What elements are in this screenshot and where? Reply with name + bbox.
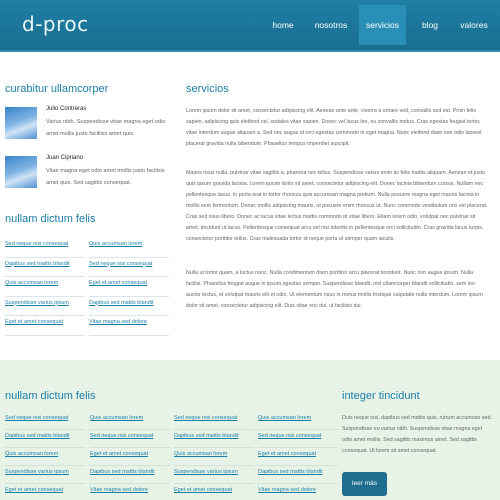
footer-link[interactable]: Sed neque nisi consequat [90,431,170,448]
footer-link[interactable]: Vitae magna sed dolore [258,485,338,500]
footer-text: Duis neque nisi, dapibus sed mattis quis… [342,415,492,454]
sidebar-link[interactable]: Dapibus sed mattis blandit [5,259,85,277]
site-logo[interactable]: d-proc [22,12,89,36]
site-header: d-proc home nosotros servicios blog valo… [0,0,500,50]
person-item: Juan Cipriano Vitae magna eget odio amet… [5,155,175,201]
footer-title-integer: integer tincidunt [342,390,420,402]
content-paragraph: Nulla ut tortor quam, a luctus nunc. Nul… [186,270,483,309]
sidebar-link[interactable]: Sed neque nisi consequat [5,239,85,258]
sidebar-link[interactable]: Quis accumsan lorem [5,278,85,297]
sidebar-link[interactable]: Eget et amet consequat [89,278,169,297]
sidebar-link[interactable]: Suspendisse varius ipsum [5,298,85,316]
sidebar-link[interactable]: Sed neque nisi consequat [89,259,169,277]
footer-link[interactable]: Dapibus sed mattis blandit [90,467,170,484]
sidebar-title-nullam: nullam dictum felis [5,213,96,225]
footer-link[interactable]: Eget et amet consequat [90,449,170,466]
content-paragraph: Lorem ipsum dolor sit amet, consectetur … [186,108,482,147]
nav-valores[interactable]: valores [454,5,494,45]
person-name: Juan Cipriano [46,155,84,161]
footer-link[interactable]: Suspendisse varius ipsum [174,467,254,484]
person-name: Julio Contreras [46,106,87,112]
footer-link[interactable]: Sed neque nisi consequat [5,413,85,430]
main-nav: home nosotros servicios blog valores [260,5,494,45]
sidebar-link-grid: Sed neque nisi consequat Quis accumsan l… [5,239,169,337]
footer-link[interactable]: Quis accumsan lorem [5,449,85,466]
footer-link[interactable]: Eget et amet consequat [174,485,254,500]
header-divider [0,50,500,52]
content-paragraph: Mauris risus nulla, pulvinar vitae sagit… [186,170,488,242]
footer-link[interactable]: Eget et amet consequat [258,449,338,466]
footer-link[interactable]: Dapibus sed mattis blandit [258,467,338,484]
page-title: servicios [186,83,229,95]
footer-link[interactable]: Sed neque nisi consequat [258,431,338,448]
footer-link[interactable]: Suspendisse varius ipsum [5,467,85,484]
sidebar-link[interactable]: Eget et amet consequat [5,317,85,336]
person-description: Varius nibh. Suspendisse vitae magna ege… [46,119,166,137]
footer-title-nullam: nullam dictum felis [5,390,96,402]
footer-link-column: Quis accumsan lorem Sed neque nisi conse… [258,413,338,500]
read-more-button[interactable]: leer más [342,472,387,496]
footer-link[interactable]: Quis accumsan lorem [258,413,338,430]
nav-blog[interactable]: blog [409,5,451,45]
person-description: Vitae magna eget odio amet mollis justo … [46,168,165,186]
sidebar-link[interactable]: Dapibus sed mattis blandit [89,298,169,316]
footer-link-column: Quis accumsan lorem Sed neque nisi conse… [90,413,170,500]
footer-link[interactable]: Eget et amet consequat [5,485,85,500]
person-thumbnail[interactable] [5,156,37,188]
nav-nosotros[interactable]: nosotros [306,5,356,45]
sidebar-link[interactable]: Quis accumsan lorem [89,239,169,258]
nav-home[interactable]: home [263,5,303,45]
footer-link[interactable]: Dapibus sed mattis blandit [5,431,85,448]
footer-link[interactable]: Quis accumsan lorem [174,449,254,466]
sidebar-title-curabitur: curabitur ullamcorper [5,83,109,95]
footer-link[interactable]: Quis accumsan lorem [90,413,170,430]
person-item: Julio Contreras Varius nibh. Suspendisse… [5,106,175,152]
person-thumbnail[interactable] [5,107,37,139]
nav-servicios[interactable]: servicios [359,5,406,45]
footer-link[interactable]: Sed neque nisi consequat [174,413,254,430]
footer-link[interactable]: Vitae magna sed dolore [90,485,170,500]
footer-link-column: Sed neque nisi consequat Dapibus sed mat… [5,413,85,500]
sidebar-link[interactable]: Vitae magna sed dolore [89,317,169,336]
footer-link-column: Sed neque nisi consequat Dapibus sed mat… [174,413,254,500]
footer-link[interactable]: Dapibus sed mattis blandit [174,431,254,448]
